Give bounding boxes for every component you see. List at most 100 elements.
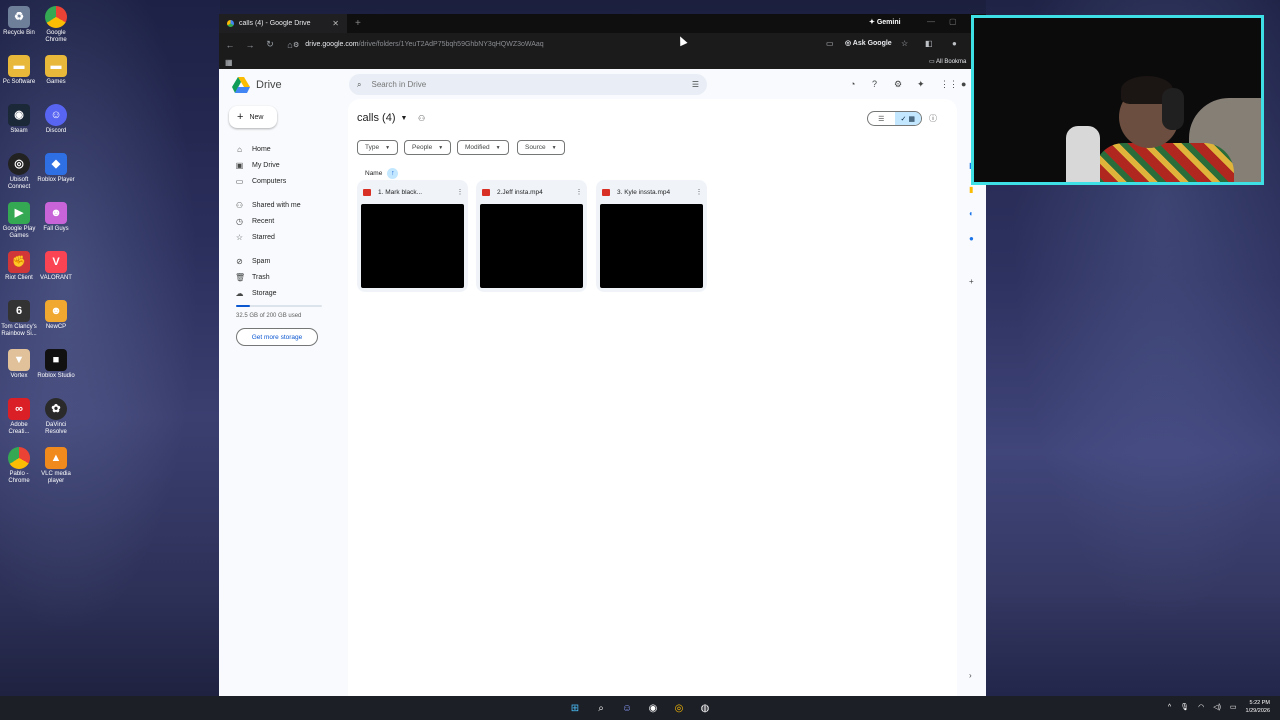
nav-storage[interactable]: ☁ Storage: [235, 287, 277, 299]
desktop-icon-games[interactable]: ▬ Games: [37, 55, 75, 86]
steam-taskbar-icon[interactable]: ◉: [646, 701, 660, 715]
obs-taskbar-icon[interactable]: ◍: [698, 701, 712, 715]
ask-google-button[interactable]: ◎ Ask Google: [845, 39, 892, 47]
search-options-icon[interactable]: ☰: [692, 80, 699, 89]
file-thumbnail[interactable]: [480, 204, 583, 288]
windows-start-icon[interactable]: ⊞: [568, 701, 582, 715]
desktop-icon-rainbow-six[interactable]: 6 Tom Clancy's Rainbow Si...: [0, 300, 38, 338]
file-card[interactable]: 3. Kyle inssta.mp4 ⋮: [596, 180, 707, 292]
more-options-icon[interactable]: ⋮: [695, 188, 703, 196]
nav-starred[interactable]: ☆ Starred: [235, 231, 275, 243]
back-icon[interactable]: ←: [225, 40, 235, 50]
desktop-icon-ubisoft[interactable]: ◎ Ubisoft Connect: [0, 153, 38, 191]
new-tab-icon[interactable]: +: [355, 18, 361, 29]
filter-source[interactable]: Source ▼: [517, 140, 565, 155]
desktop-icon-roblox-studio[interactable]: ■ Roblox Studio: [37, 349, 75, 380]
apps-grid-icon[interactable]: ▦: [225, 58, 233, 67]
keep-icon[interactable]: ▮: [969, 185, 973, 194]
add-addon-icon[interactable]: +: [969, 277, 974, 286]
search-input[interactable]: [371, 80, 682, 89]
maximize-icon[interactable]: ▢: [949, 17, 957, 26]
chrome-taskbar-icon[interactable]: ◎: [672, 701, 686, 715]
desktop-icon-google-chrome[interactable]: Google Chrome: [37, 6, 75, 44]
desktop-icon-adobe-creative[interactable]: ∞ Adobe Creati...: [0, 398, 38, 436]
desktop-icon-fall-guys[interactable]: ☻ Fall Guys: [37, 202, 75, 233]
close-icon[interactable]: ✕: [332, 19, 339, 28]
desktop-icon-vortex[interactable]: ▼ Vortex: [0, 349, 38, 380]
get-more-storage-button[interactable]: Get more storage: [236, 328, 318, 346]
desktop-icon-valorant[interactable]: V VALORANT: [37, 251, 75, 282]
nav-home[interactable]: ⌂ Home: [235, 143, 271, 155]
help-icon[interactable]: ?: [872, 79, 877, 89]
nav-spam[interactable]: ⊘ Spam: [235, 255, 270, 267]
bookmark-star-icon[interactable]: ☆: [901, 39, 908, 48]
nav-trash[interactable]: 🗑 Trash: [235, 271, 270, 283]
contacts-icon[interactable]: ●: [969, 234, 974, 243]
file-card[interactable]: 2.Jeff insta.mp4 ⋮: [476, 180, 587, 292]
info-icon[interactable]: ⓘ: [929, 113, 937, 124]
volume-icon[interactable]: ◁): [1213, 703, 1221, 711]
desktop-icon-davinci-resolve[interactable]: ✿ DaVinci Resolve: [37, 398, 75, 436]
drive-logo[interactable]: Drive: [232, 77, 282, 93]
desktop-icon-riot-client[interactable]: ✊ Riot Client: [0, 251, 38, 282]
site-info-icon[interactable]: ⚙: [293, 41, 299, 49]
desktop-icon-newcp[interactable]: ☻ NewCP: [37, 300, 75, 331]
microphone-icon[interactable]: 🎙: [1180, 703, 1189, 711]
desktop-icon-recycle-bin[interactable]: ♻ Recycle Bin: [0, 6, 38, 37]
chevron-up-icon[interactable]: ^: [1168, 704, 1171, 711]
nav-computers[interactable]: ▭ Computers: [235, 175, 287, 187]
nav-my-drive[interactable]: ▣ My Drive: [235, 159, 280, 171]
desktop-icon-google-play-games[interactable]: ▶ Google Play Games: [0, 202, 38, 240]
people-icon: ⚇: [235, 200, 244, 210]
filter-people[interactable]: People ▼: [404, 140, 452, 155]
tab-google-drive[interactable]: calls (4) - Google Drive ✕: [219, 14, 347, 33]
search-icon[interactable]: ⌕: [594, 701, 608, 715]
tasks-icon[interactable]: ◐: [969, 209, 974, 218]
desktop-icon-discord[interactable]: ☺ Discord: [37, 104, 75, 135]
minimize-icon[interactable]: —: [927, 17, 935, 26]
profile-avatar-icon[interactable]: ●: [952, 39, 957, 48]
google-apps-icon[interactable]: ⋮⋮: [940, 79, 958, 90]
more-options-icon[interactable]: ⋮: [575, 188, 583, 196]
nav-shared-with-me[interactable]: ⚇ Shared with me: [235, 199, 301, 211]
file-thumbnail[interactable]: [361, 204, 464, 288]
wifi-icon[interactable]: ◠: [1198, 703, 1204, 711]
cast-icon[interactable]: ▭: [826, 39, 834, 48]
drive-search[interactable]: ⌕ ☰: [349, 74, 707, 95]
forward-icon[interactable]: →: [245, 40, 255, 50]
reload-icon[interactable]: ↻: [265, 39, 275, 50]
file-thumbnail[interactable]: [600, 204, 703, 288]
all-bookmarks-label: All Bookma: [936, 59, 967, 65]
all-bookmarks-button[interactable]: ▭ All Bookma: [929, 58, 966, 65]
roblox-studio-icon: ■: [45, 349, 67, 371]
side-panel-icon[interactable]: ◧: [925, 39, 933, 48]
gemini-sparkle-icon[interactable]: ✦: [917, 79, 925, 90]
desktop-icon-steam[interactable]: ◉ Steam: [0, 104, 38, 135]
webcam-microphone: [1066, 126, 1100, 182]
ask-google-label: Ask Google: [852, 40, 892, 47]
battery-icon[interactable]: ▭: [1230, 703, 1237, 711]
file-card[interactable]: 1. Mark black... ⋮: [357, 180, 468, 292]
share-folder-icon[interactable]: ⚇: [418, 114, 425, 123]
nav-recent[interactable]: ◷ Recent: [235, 215, 274, 227]
desktop-icon-vlc[interactable]: ▲ VLC media player: [37, 447, 75, 485]
address-bar[interactable]: ⚙ drive.google.com/drive/folders/1YeuT2A…: [293, 36, 813, 53]
folder-title[interactable]: calls (4) ▼: [357, 112, 407, 124]
desktop-icon-pablo-chrome[interactable]: Pablo - Chrome: [0, 447, 38, 485]
grid-view-button[interactable]: ✓ ▦: [894, 112, 921, 125]
chevron-right-icon[interactable]: ›: [969, 671, 972, 680]
gemini-button[interactable]: ✦ Gemini: [869, 18, 901, 26]
account-avatar-icon[interactable]: ●: [961, 79, 966, 89]
offline-ready-icon[interactable]: ◔: [850, 79, 855, 89]
new-button[interactable]: + New: [229, 106, 277, 128]
more-options-icon[interactable]: ⋮: [456, 188, 464, 196]
clock[interactable]: 5:22 PM 1/29/2026: [1246, 699, 1270, 715]
filter-type[interactable]: Type ▼: [357, 140, 399, 155]
list-view-button[interactable]: ☰: [868, 112, 895, 125]
filter-modified[interactable]: Modified ▼: [457, 140, 509, 155]
settings-gear-icon[interactable]: ⚙: [894, 79, 902, 90]
sort-by-name[interactable]: Name ↑: [365, 168, 399, 179]
desktop-icon-roblox-player[interactable]: ◆ Roblox Player: [37, 153, 75, 184]
discord-taskbar-icon[interactable]: ☺: [620, 701, 634, 715]
desktop-icon-pc-software[interactable]: ▬ Pc Software: [0, 55, 38, 86]
